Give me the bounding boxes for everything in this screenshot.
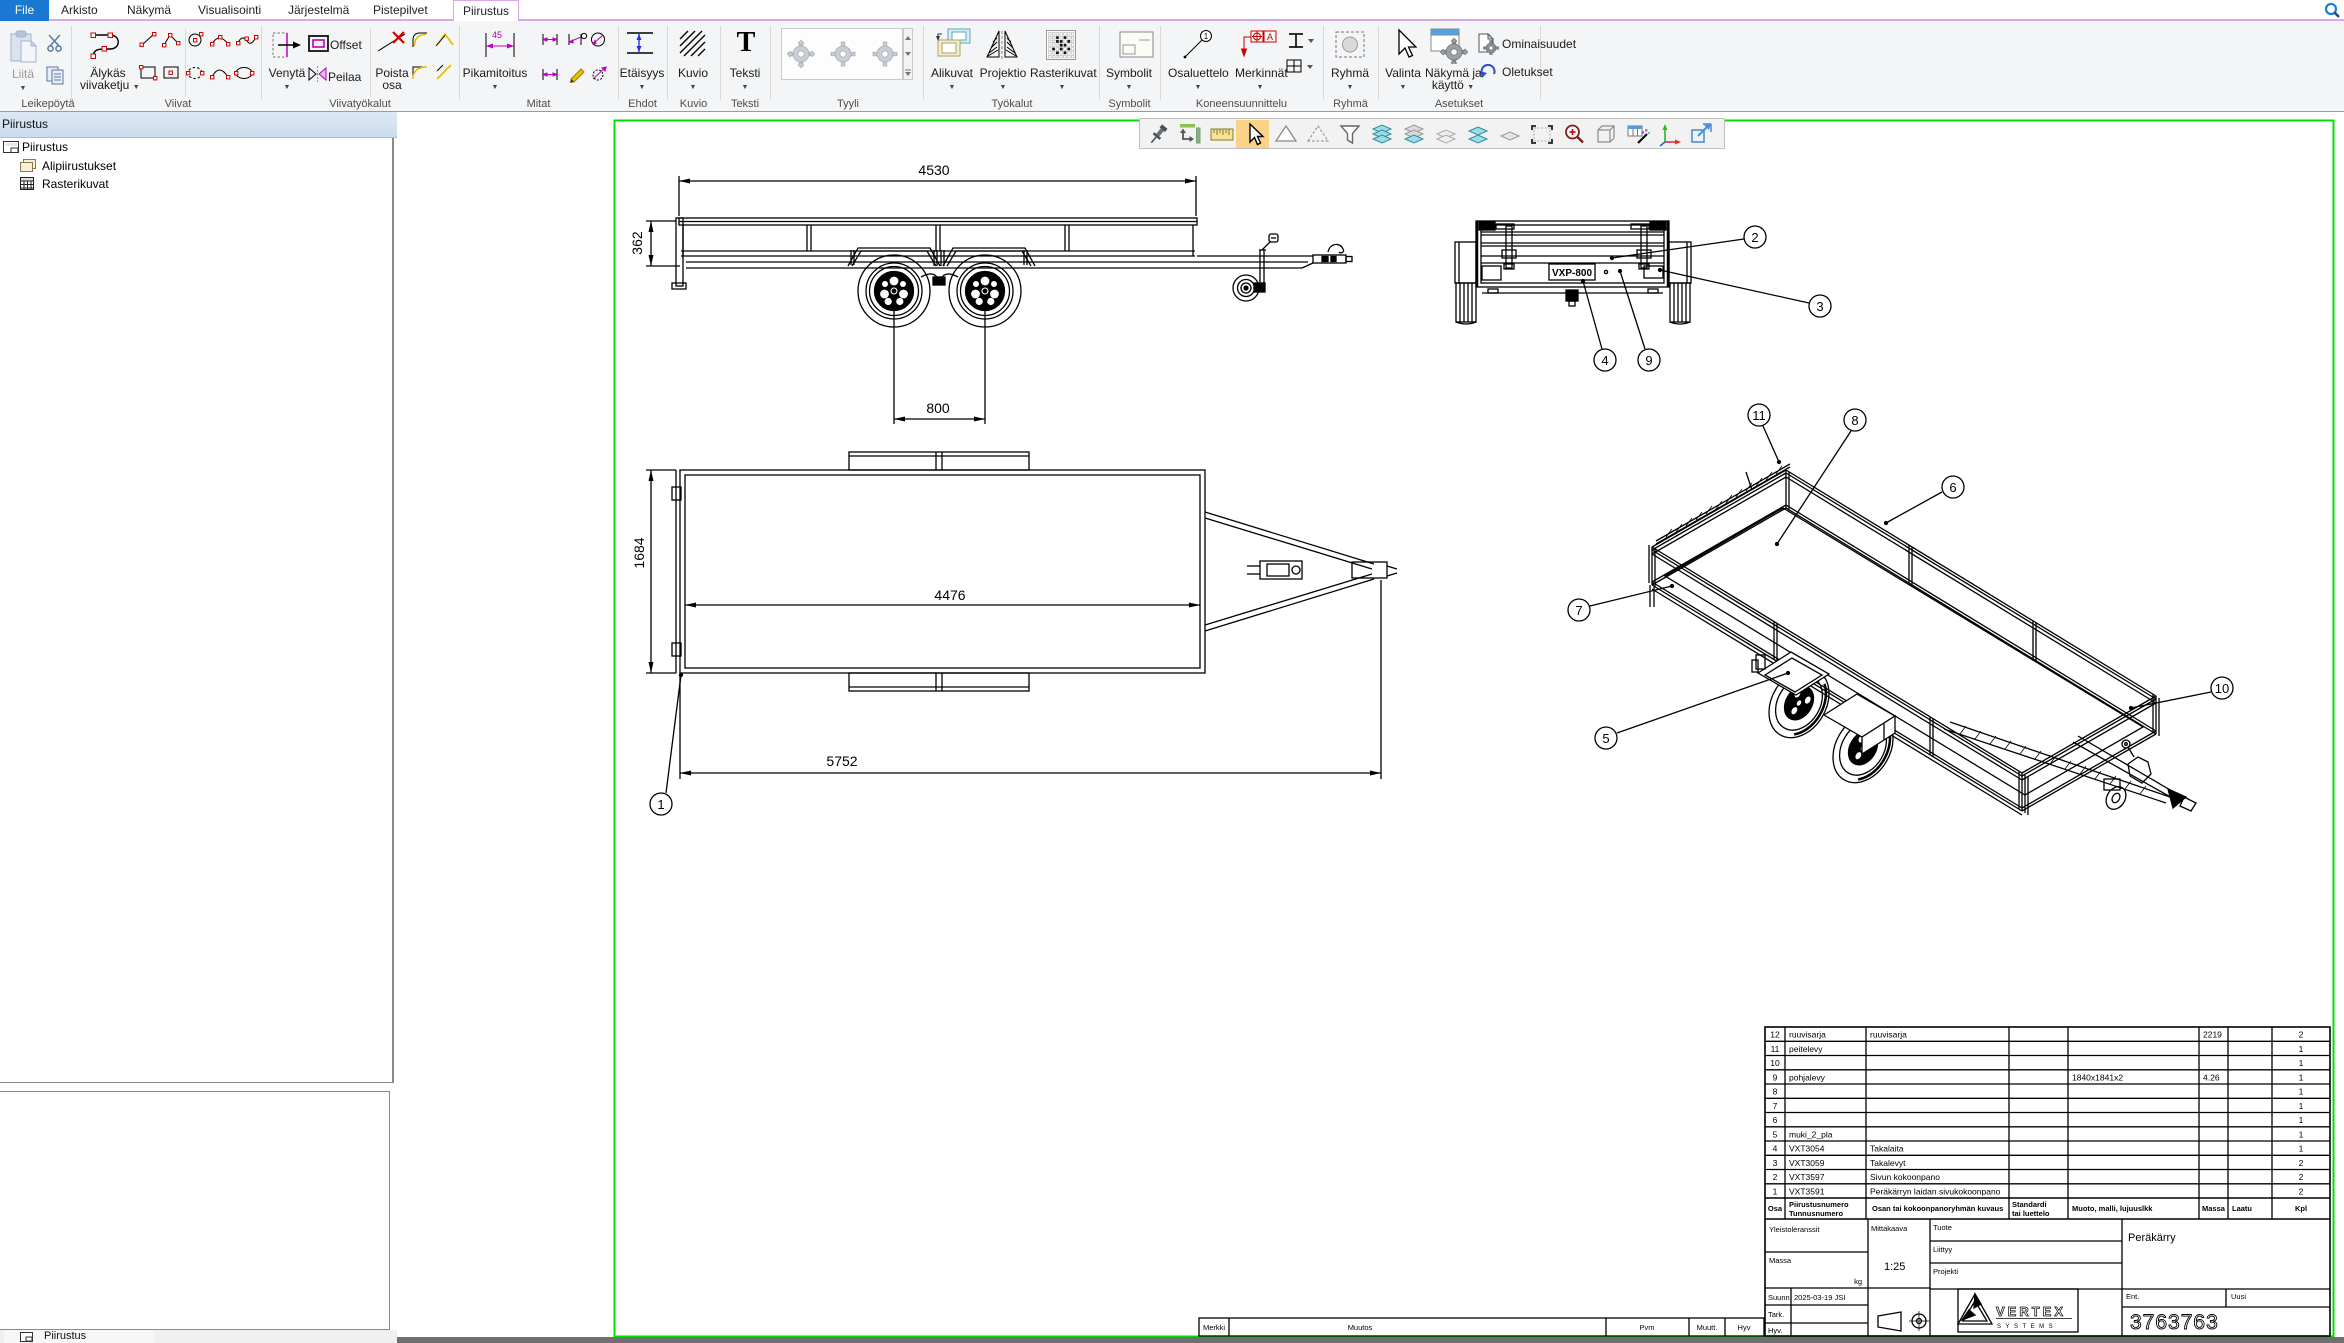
svg-text:1684: 1684 xyxy=(631,537,647,568)
svg-text:5: 5 xyxy=(1602,731,1609,746)
svg-text:Liittyy: Liittyy xyxy=(1933,1245,1952,1254)
svg-text:8: 8 xyxy=(1773,1087,1778,1097)
svg-text:SYSTEMS: SYSTEMS xyxy=(1997,1324,2057,1330)
svg-text:Mittakaava: Mittakaava xyxy=(1871,1224,1908,1233)
svg-text:1: 1 xyxy=(2299,1144,2304,1154)
svg-text:Peräkärryn laidan sivukokoonpa: Peräkärryn laidan sivukokoonpano xyxy=(1870,1186,2001,1196)
svg-text:1: 1 xyxy=(2299,1101,2304,1111)
svg-text:Tuote: Tuote xyxy=(1933,1223,1952,1232)
svg-text:800: 800 xyxy=(926,400,950,416)
svg-text:2: 2 xyxy=(1751,230,1758,245)
svg-text:ruuvisarja: ruuvisarja xyxy=(1789,1030,1826,1040)
svg-text:2: 2 xyxy=(2299,1186,2304,1196)
svg-text:3: 3 xyxy=(1816,299,1823,314)
svg-text:11: 11 xyxy=(1752,408,1766,423)
svg-text:Piirustusnumero: Piirustusnumero xyxy=(1789,1200,1849,1209)
svg-text:VXP-800: VXP-800 xyxy=(1552,268,1592,279)
svg-text:Kpl: Kpl xyxy=(2295,1204,2307,1213)
svg-text:Takalaita: Takalaita xyxy=(1870,1144,1904,1154)
svg-text:9: 9 xyxy=(1645,353,1652,368)
svg-text:4: 4 xyxy=(1601,353,1608,368)
svg-text:4476: 4476 xyxy=(934,587,965,603)
svg-text:Tark.: Tark. xyxy=(1768,1310,1784,1319)
svg-text:Ent.: Ent. xyxy=(2126,1292,2139,1301)
svg-text:11: 11 xyxy=(1771,1044,1780,1054)
svg-text:3: 3 xyxy=(1773,1158,1778,1168)
svg-text:2025-03-19 JSI: 2025-03-19 JSI xyxy=(1794,1293,1845,1302)
svg-text:2219: 2219 xyxy=(2203,1030,2222,1040)
svg-text:6: 6 xyxy=(1949,480,1956,495)
svg-text:7: 7 xyxy=(1773,1101,1778,1111)
svg-text:1:25: 1:25 xyxy=(1884,1261,1905,1273)
svg-text:Massa: Massa xyxy=(2202,1204,2226,1213)
svg-text:Projekti: Projekti xyxy=(1933,1267,1958,1276)
svg-text:1: 1 xyxy=(1773,1186,1778,1196)
svg-text:peitelevy: peitelevy xyxy=(1789,1044,1823,1054)
svg-text:362: 362 xyxy=(629,231,645,255)
svg-text:Takalevyt: Takalevyt xyxy=(1870,1158,1906,1168)
svg-text:5: 5 xyxy=(1773,1129,1778,1139)
svg-text:7: 7 xyxy=(1575,603,1582,618)
svg-text:10: 10 xyxy=(1770,1058,1780,1068)
svg-text:Muoto, malli, lujuuslkk: Muoto, malli, lujuuslkk xyxy=(2072,1204,2153,1213)
svg-text:4.26: 4.26 xyxy=(2203,1072,2220,1082)
svg-text:Yleistoleranssit: Yleistoleranssit xyxy=(1769,1225,1820,1234)
svg-text:Muutos: Muutos xyxy=(1348,1323,1373,1332)
svg-text:Osan tai kokoonpanoryhmän kuva: Osan tai kokoonpanoryhmän kuvaus xyxy=(1872,1204,2003,1213)
svg-text:1: 1 xyxy=(1204,32,1209,41)
svg-text:1: 1 xyxy=(2299,1115,2304,1125)
svg-text:tai luettelo: tai luettelo xyxy=(2012,1209,2050,1218)
svg-text:1: 1 xyxy=(2299,1058,2304,1068)
svg-text:Muutt.: Muutt. xyxy=(1697,1323,1718,1332)
svg-text:VXT3591: VXT3591 xyxy=(1789,1186,1825,1196)
svg-text:4530: 4530 xyxy=(918,162,949,178)
svg-text:8: 8 xyxy=(1851,413,1858,428)
svg-text:2: 2 xyxy=(2299,1030,2304,1040)
svg-text:Standardi: Standardi xyxy=(2012,1200,2047,1209)
svg-text:Merkki: Merkki xyxy=(1203,1323,1225,1332)
svg-text:2: 2 xyxy=(1773,1172,1778,1182)
svg-text:VERTEX: VERTEX xyxy=(1996,1304,2066,1319)
svg-text:VXT3059: VXT3059 xyxy=(1789,1158,1825,1168)
svg-text:kg: kg xyxy=(1854,1277,1862,1286)
svg-text:12: 12 xyxy=(1770,1030,1780,1040)
svg-text:2: 2 xyxy=(2299,1172,2304,1182)
svg-text:Hyv.: Hyv. xyxy=(1768,1326,1782,1335)
svg-text:3763763: 3763763 xyxy=(2130,1311,2219,1334)
svg-text:10: 10 xyxy=(2215,681,2229,696)
svg-text:1: 1 xyxy=(2299,1087,2304,1097)
svg-text:1840x1841x2: 1840x1841x2 xyxy=(2072,1072,2123,1082)
svg-text:Uusi: Uusi xyxy=(2231,1292,2246,1301)
svg-text:Hyv: Hyv xyxy=(1738,1323,1751,1332)
svg-text:1: 1 xyxy=(2299,1129,2304,1139)
svg-text:Pvm: Pvm xyxy=(1640,1323,1655,1332)
svg-text:VXT3054: VXT3054 xyxy=(1789,1144,1825,1154)
svg-text:6: 6 xyxy=(1773,1115,1778,1125)
svg-text:Laatu: Laatu xyxy=(2232,1204,2252,1213)
svg-text:ruuvisarja: ruuvisarja xyxy=(1870,1030,1907,1040)
svg-text:Osa: Osa xyxy=(1768,1204,1783,1213)
svg-text:1: 1 xyxy=(657,797,664,812)
svg-text:Peräkärry: Peräkärry xyxy=(2128,1232,2176,1244)
svg-text:1: 1 xyxy=(2299,1044,2304,1054)
svg-text:A: A xyxy=(1267,32,1273,42)
svg-text:2: 2 xyxy=(2299,1158,2304,1168)
svg-text:Massa: Massa xyxy=(1769,1256,1792,1265)
svg-text:1: 1 xyxy=(2299,1072,2304,1082)
svg-text:Tunnusnumero: Tunnusnumero xyxy=(1789,1209,1843,1218)
svg-text:4: 4 xyxy=(1773,1144,1778,1154)
svg-text:VXT3597: VXT3597 xyxy=(1789,1172,1825,1182)
svg-text:muki_2_pla: muki_2_pla xyxy=(1789,1129,1833,1139)
svg-text:pohjalevy: pohjalevy xyxy=(1789,1072,1826,1082)
svg-text:Sivun kokoonpano: Sivun kokoonpano xyxy=(1870,1172,1940,1182)
svg-text:9: 9 xyxy=(1773,1072,1778,1082)
svg-text:5752: 5752 xyxy=(826,753,857,769)
svg-text:Suunn: Suunn xyxy=(1768,1293,1790,1302)
svg-text:45: 45 xyxy=(492,30,502,40)
